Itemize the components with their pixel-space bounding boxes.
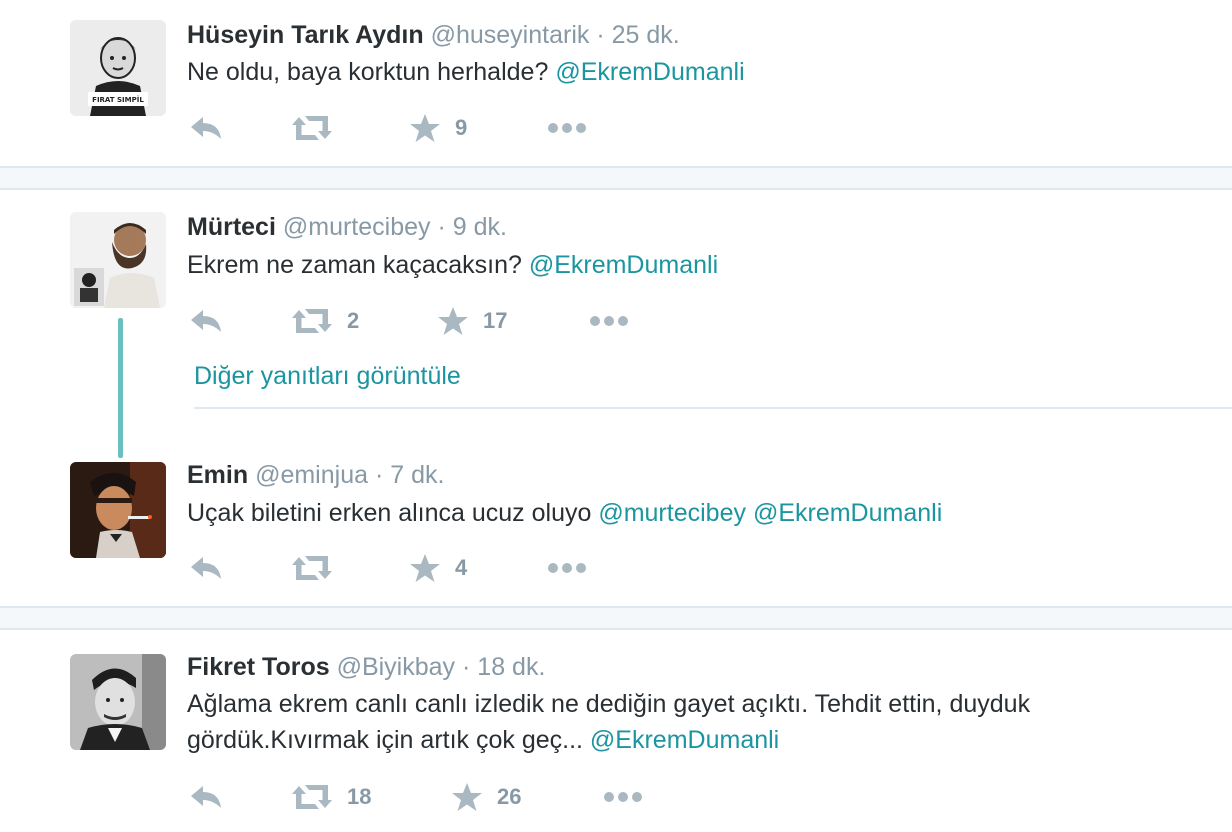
retweet-button[interactable] [291,550,347,586]
retweet-icon [292,116,332,140]
timestamp[interactable]: 25 dk. [612,21,680,49]
more-button[interactable] [589,303,629,339]
tweet-actions: 4 [187,550,787,586]
retweet-icon [292,785,332,809]
username[interactable]: @huseyintarik [431,21,590,49]
like-button[interactable]: 9 [409,110,467,146]
tweet[interactable]: FIRAT SIMPİL Hüseyin Tarık Aydın @huseyi… [0,0,1232,166]
tweet-text-line: Ağlama ekrem canlı canlı izledik ne dedi… [187,690,1031,718]
reply-icon [191,310,221,332]
more-icon [548,123,586,133]
separator-dot: · [596,21,605,49]
more-icon [604,792,642,802]
display-name[interactable]: Hüseyin Tarık Aydın [187,21,424,49]
replies-divider [194,407,1232,409]
separator-dot: · [374,461,384,489]
like-count: 17 [483,308,508,333]
tweet-text-body: Uçak biletini erken alınca ucuz oluyo [187,499,599,527]
tweet-actions: 9 [187,110,787,146]
mention-link[interactable]: @EkremDumanli [529,251,718,279]
star-icon [410,114,440,142]
more-button[interactable] [547,110,587,146]
like-count: 9 [455,115,468,140]
username[interactable]: @murtecibey [283,213,431,241]
display-name[interactable]: Fikret Toros [187,653,330,681]
tweet-text-body: Ne oldu, baya korktun herhalde? [187,58,556,86]
avatar[interactable] [70,212,166,308]
tweet-text: Ağlama ekrem canlı canlı izledik ne dedi… [187,686,1187,758]
tweet-separator [0,166,1232,190]
timestamp[interactable]: 9 dk. [453,213,507,241]
retweet-icon [292,556,332,580]
avatar-image [70,212,166,308]
like-button[interactable]: 17 [437,303,507,339]
star-icon [410,554,440,582]
tweet-text-body: gördük.Kıvırmak için artık çok geç... [187,726,590,754]
tweet-text-body: Ekrem ne zaman kaçacaksın? [187,251,529,279]
timestamp[interactable]: 18 dk. [477,653,545,681]
like-button[interactable]: 26 [451,779,521,815]
avatar[interactable]: FIRAT SIMPİL [70,20,166,116]
retweet-count: 2 [347,308,360,333]
retweet-button[interactable] [291,110,347,146]
avatar[interactable] [70,462,166,558]
svg-text:FIRAT SIMPİL: FIRAT SIMPİL [92,95,144,104]
tweet[interactable]: Fikret Toros @Biyikbay · 18 dk. Ağlama e… [0,630,1232,832]
avatar-image [70,654,166,750]
tweet[interactable]: Emin @eminjua · 7 dk. Uçak biletini erke… [0,414,1232,606]
username[interactable]: @eminjua [255,461,368,489]
avatar[interactable] [70,654,166,750]
reply-button[interactable] [189,779,223,815]
tweet-header: Mürteci @murtecibey · 9 dk. [187,212,507,242]
like-button[interactable]: 4 [409,550,467,586]
like-count: 26 [497,784,522,809]
star-icon [452,783,482,811]
mention-link[interactable]: @EkremDumanli [555,58,744,86]
reply-icon [191,557,221,579]
tweet-text-line: gördük.Kıvırmak için artık çok geç... @E… [187,722,1187,758]
retweet-button[interactable]: 2 [291,303,359,339]
avatar-image [70,462,166,558]
tweet-text: Ekrem ne zaman kaçacaksın? @EkremDumanli [187,247,1187,283]
more-button[interactable] [603,779,643,815]
reply-button[interactable] [189,550,223,586]
tweet-header: Fikret Toros @Biyikbay · 18 dk. [187,652,545,682]
mention-link[interactable]: @EkremDumanli [753,499,942,527]
star-icon [438,307,468,335]
reply-button[interactable] [189,303,223,339]
mention-link[interactable]: @murtecibey [598,499,746,527]
avatar-image: FIRAT SIMPİL [70,20,166,116]
retweet-button[interactable]: 18 [291,779,371,815]
retweet-icon [292,309,332,333]
tweet-actions: 2 17 [187,303,787,339]
view-more-replies-link[interactable]: Diğer yanıtları görüntüle [194,361,461,391]
retweet-count: 18 [347,784,372,809]
tweet-text: Ne oldu, baya korktun herhalde? @EkremDu… [187,54,1187,90]
more-icon [590,316,628,326]
like-count: 4 [455,555,468,580]
tweet-header: Hüseyin Tarık Aydın @huseyintarik · 25 d… [187,20,680,50]
tweet-actions: 18 26 [187,779,787,815]
tweet[interactable]: Mürteci @murtecibey · 9 dk. Ekrem ne zam… [0,190,1232,414]
mention-link[interactable]: @EkremDumanli [590,726,779,754]
username[interactable]: @Biyikbay [337,653,455,681]
separator-dot: · [462,653,471,681]
more-icon [548,563,586,573]
tweet-text: Uçak biletini erken alınca ucuz oluyo @m… [187,495,1187,531]
display-name[interactable]: Emin [187,461,248,489]
reply-icon [191,786,221,808]
more-button[interactable] [547,550,587,586]
display-name[interactable]: Mürteci [187,213,276,241]
tweet-separator [0,606,1232,630]
timestamp[interactable]: 7 dk. [390,461,444,489]
reply-icon [191,117,221,139]
reply-button[interactable] [189,110,223,146]
tweet-header: Emin @eminjua · 7 dk. [187,460,444,490]
separator-dot: · [437,213,446,241]
